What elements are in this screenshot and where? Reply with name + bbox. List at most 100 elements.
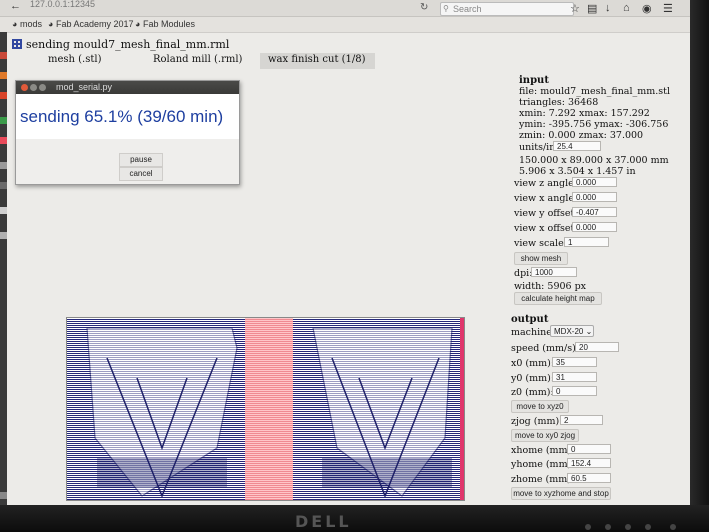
serial-dialog: mod_serial.py sending 65.1% (39/60 min) …: [15, 80, 240, 185]
move-to-xy0-zjog-button[interactable]: move to xy0 zjog: [511, 429, 579, 442]
screen: ← 127.0.0.1:12345 ↻ ⚲ Search ☆ ▤ ↓ ⌂ ◉ ☰…: [0, 0, 690, 505]
dpi-input[interactable]: 1000: [531, 267, 577, 277]
y0-label: y0 (mm):: [511, 373, 555, 384]
dock-app-icon[interactable]: [0, 117, 7, 124]
size-mm: 150.000 x 89.000 x 37.000 mm: [519, 155, 669, 166]
clipboard-icon[interactable]: ▤: [587, 2, 597, 15]
machine-label: machine: [511, 327, 552, 338]
view-z-label: view z angle:: [514, 178, 577, 189]
module-wax-finish[interactable]: wax finish cut (1/8): [260, 53, 375, 69]
toolpath-preview: [66, 317, 465, 501]
x0-label: x0 (mm):: [511, 358, 555, 369]
progress-text: sending 65.1% (39/60 min): [16, 94, 239, 139]
dell-logo: DELL: [295, 512, 352, 531]
globe-icon: ◕: [135, 19, 141, 29]
dock-app-icon[interactable]: [0, 52, 7, 59]
move-to-xyz0-button[interactable]: move to xyz0: [511, 400, 569, 413]
menu-icon[interactable]: ☰: [663, 2, 673, 15]
input-yrange: ymin: -395.756 ymax: -306.756: [519, 119, 669, 130]
machine-select[interactable]: MDX-20 ⌄: [550, 325, 594, 337]
machine-value: MDX-20: [554, 327, 584, 336]
calculate-height-map-button[interactable]: calculate height map: [514, 292, 602, 305]
dock-app-icon[interactable]: [0, 137, 7, 144]
show-mesh-button[interactable]: show mesh: [514, 252, 568, 265]
speed-label: speed (mm/s):: [511, 343, 580, 354]
home-icon[interactable]: ⌂: [623, 2, 630, 14]
monitor-button[interactable]: [605, 524, 611, 530]
browser-toolbar: ← 127.0.0.1:12345 ↻ ⚲ Search ☆ ▤ ↓ ⌂ ◉ ☰: [0, 0, 690, 17]
monitor-button[interactable]: [625, 524, 631, 530]
speed-input[interactable]: 20: [575, 342, 619, 352]
monitor-bezel-right: [690, 0, 709, 532]
mould-outline: [86, 327, 453, 499]
pause-button[interactable]: pause: [119, 153, 163, 167]
globe-icon: ◕: [12, 19, 18, 29]
dialog-titlebar: mod_serial.py: [16, 81, 239, 94]
module-mesh[interactable]: mesh (.stl): [48, 53, 101, 69]
back-arrow-icon[interactable]: ←: [10, 0, 21, 12]
launcher-dock: [0, 32, 7, 505]
dock-app-icon[interactable]: [0, 207, 7, 214]
view-scale-label: view scale:: [514, 238, 567, 249]
bookmarks-bar: ◕ mods ◕ Fab Academy 2017 ◕ Fab Modules: [0, 17, 690, 33]
zjog-input[interactable]: 2: [560, 415, 603, 425]
z0-input[interactable]: 0: [552, 386, 597, 396]
width-text: width: 5906 px: [514, 281, 587, 292]
close-icon[interactable]: [21, 84, 28, 91]
monitor-button[interactable]: [645, 524, 651, 530]
search-input[interactable]: ⚲ Search: [440, 2, 574, 16]
zjog-label: zjog (mm):: [511, 416, 563, 427]
x0-input[interactable]: 35: [552, 357, 597, 367]
cancel-button[interactable]: cancel: [119, 167, 163, 181]
size-in: 5.906 x 3.504 x 1.457 in: [519, 166, 636, 177]
z0-label: z0 (mm):: [511, 387, 554, 398]
download-icon[interactable]: ↓: [605, 2, 611, 14]
fab-modules-grid-icon: [12, 39, 22, 49]
xhome-input[interactable]: 0: [567, 444, 611, 454]
input-file: file: mould7_mesh_final_mm.stl: [519, 86, 671, 97]
dialog-title: mod_serial.py: [56, 82, 113, 92]
search-placeholder: Search: [453, 4, 482, 14]
monitor-button[interactable]: [585, 524, 591, 530]
dpi-label: dpi:: [514, 268, 533, 279]
view-x-input[interactable]: 0.000: [572, 192, 617, 202]
view-x-offset-label: view x offset:: [514, 223, 578, 234]
dock-app-icon[interactable]: [0, 162, 7, 169]
view-z-input[interactable]: 0.000: [572, 177, 617, 187]
dock-app-icon[interactable]: [0, 72, 7, 79]
view-y-offset-input[interactable]: -0.407: [572, 207, 617, 217]
yhome-input[interactable]: 152.4: [567, 458, 611, 468]
view-x-offset-input[interactable]: 0.000: [572, 222, 617, 232]
url-field[interactable]: 127.0.0.1:12345: [30, 0, 410, 11]
bookmark-star-icon[interactable]: ☆: [570, 2, 580, 15]
move-to-xyzhome-button[interactable]: move to xyzhome and stop: [511, 487, 611, 500]
input-zrange: zmin: 0.000 zmax: 37.000: [519, 130, 644, 141]
dock-app-icon[interactable]: [0, 92, 7, 99]
chevron-down-icon: ⌄: [585, 327, 593, 336]
dock-app-icon[interactable]: [0, 232, 7, 239]
input-triangles: triangles: 36468: [519, 97, 599, 108]
pocket-icon[interactable]: ◉: [642, 2, 652, 15]
dock-app-icon[interactable]: [0, 182, 7, 189]
minimize-icon[interactable]: [30, 84, 37, 91]
dock-trash-icon[interactable]: [0, 492, 7, 499]
output-heading: output: [511, 314, 549, 325]
globe-icon: ◕: [48, 19, 54, 29]
reload-icon[interactable]: ↻: [420, 2, 428, 13]
zhome-input[interactable]: 60.5: [567, 473, 611, 483]
maximize-icon[interactable]: [39, 84, 46, 91]
bookmark-fab-modules[interactable]: ◕ Fab Modules: [135, 19, 195, 29]
units-input[interactable]: 25.4: [553, 141, 601, 151]
power-button[interactable]: [670, 524, 676, 530]
zhome-label: zhome (mm):: [511, 474, 575, 485]
y0-input[interactable]: 31: [552, 372, 597, 382]
view-scale-input[interactable]: 1: [564, 237, 609, 247]
xhome-label: xhome (mm):: [511, 445, 575, 456]
yhome-label: yhome (mm):: [511, 459, 575, 470]
bookmark-mods[interactable]: ◕ mods: [12, 19, 42, 29]
search-icon: ⚲: [443, 4, 449, 13]
bookmark-fab-academy[interactable]: ◕ Fab Academy 2017: [48, 19, 134, 29]
module-roland-mill[interactable]: Roland mill (.rml): [153, 53, 242, 69]
input-xrange: xmin: 7.292 xmax: 157.292: [519, 108, 650, 119]
input-heading: input: [519, 75, 549, 86]
